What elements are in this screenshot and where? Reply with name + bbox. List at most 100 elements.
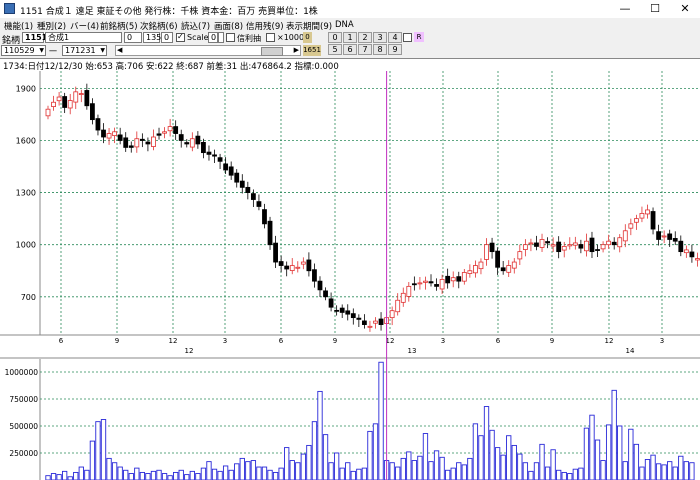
- credit-label: 信利抽: [237, 34, 261, 43]
- volume-bar: [378, 361, 384, 480]
- scale-checkbox[interactable]: ✓: [176, 32, 185, 42]
- minimize-button[interactable]: —: [610, 0, 640, 18]
- volume-bar: [605, 424, 612, 480]
- volume-bar: [134, 467, 140, 480]
- scrollbar-thumb[interactable]: [261, 47, 283, 56]
- scale-field-end[interactable]: [218, 32, 224, 43]
- field-b[interactable]: 1350: [143, 32, 166, 43]
- candle-body: [534, 242, 539, 247]
- number-button-4[interactable]: 4: [388, 32, 402, 43]
- scale-field[interactable]: 0: [208, 32, 218, 43]
- volume-bar: [539, 443, 545, 480]
- candle-body: [450, 277, 456, 282]
- menu-function[interactable]: 機能(1): [4, 20, 33, 32]
- candle-body: [517, 251, 523, 260]
- candle-body: [178, 134, 184, 141]
- menu-kind[interactable]: 種別(2): [37, 20, 66, 32]
- volume-bar: [106, 457, 112, 480]
- candle-body: [556, 241, 562, 253]
- volume-bar: [250, 460, 257, 480]
- x-tick-label: 12: [605, 337, 614, 345]
- volume-bar: [517, 453, 523, 480]
- volume-bar: [683, 461, 689, 480]
- volume-bar: [500, 454, 506, 480]
- field-c[interactable]: 0: [161, 32, 173, 43]
- candle-body: [239, 180, 245, 188]
- volume-bar: [611, 389, 617, 480]
- volume-bar: [239, 457, 245, 480]
- candle-body: [139, 138, 145, 141]
- candle-body: [312, 269, 317, 282]
- maximize-button[interactable]: ☐: [640, 0, 670, 18]
- volume-bar: [461, 464, 467, 480]
- y-tick-label: 1600: [16, 136, 36, 145]
- candle-body: [245, 186, 251, 193]
- volume-bar: [222, 465, 229, 480]
- volume-bar: [633, 443, 640, 480]
- candle-body: [73, 91, 79, 103]
- menu-display-period[interactable]: 表示期間(9): [286, 20, 332, 32]
- title-bar: 1151 合成１ 遠足 東証その他 発行株：千株 資本金：百万 売買単位：1株 …: [0, 0, 700, 18]
- volume-bar: [206, 461, 212, 480]
- period-scrollbar[interactable]: ◀ ▶: [115, 45, 301, 56]
- r-badge: R: [414, 32, 424, 42]
- menu-load[interactable]: 読込(7): [181, 20, 210, 32]
- scroll-right-icon[interactable]: ▶: [294, 46, 299, 54]
- menu-next-stock[interactable]: 次銘柄(6): [140, 20, 178, 32]
- name-input[interactable]: 合成1: [45, 32, 122, 43]
- x-tick-label: 12: [169, 337, 178, 345]
- end-date-select[interactable]: 171231 ▼: [62, 45, 107, 56]
- menu-screen[interactable]: 画面(8): [214, 20, 243, 32]
- candle-body: [633, 218, 639, 223]
- start-date-select[interactable]: 110529 ▼: [1, 45, 46, 56]
- candle-body: [456, 276, 462, 282]
- volume-bar: [655, 463, 662, 480]
- code-input[interactable]: 1151: [22, 32, 47, 43]
- candle-body: [300, 261, 306, 265]
- candle-body: [334, 309, 340, 312]
- menu-dna[interactable]: DNA: [335, 20, 354, 30]
- y-tick-label: 1000: [16, 241, 36, 250]
- field-a[interactable]: 0: [124, 32, 142, 43]
- credit-checkbox[interactable]: [226, 33, 235, 42]
- menu-prev-stock[interactable]: 前銘柄(5): [100, 20, 138, 32]
- number-button-3[interactable]: 3: [373, 32, 387, 43]
- candle-body: [45, 108, 51, 117]
- candle-body: [284, 265, 290, 270]
- candle-body: [295, 266, 301, 269]
- volume-bar: [594, 439, 601, 480]
- candle-body: [156, 133, 162, 136]
- chevron-down-icon: ▼: [39, 47, 44, 54]
- volume-tick-label: 1000000: [5, 368, 39, 377]
- volume-bar: [361, 467, 368, 480]
- volume-bar: [395, 466, 401, 480]
- number-button-8[interactable]: 8: [373, 44, 387, 55]
- volume-bar: [483, 406, 490, 480]
- menu-credit[interactable]: 信用残(9): [246, 20, 284, 32]
- number-button-0[interactable]: 0: [328, 32, 342, 43]
- menu-bar-type[interactable]: バー(4): [70, 20, 99, 32]
- menu-bar: 機能(1) 種別(2) バー(4) 前銘柄(5) 次銘柄(6) 読込(7) 画面…: [0, 18, 700, 32]
- number-button-9[interactable]: 9: [388, 44, 402, 55]
- number-button-5[interactable]: 5: [328, 44, 342, 55]
- candle-body: [189, 138, 195, 148]
- close-button[interactable]: ✕: [670, 0, 700, 18]
- candle-body: [484, 244, 489, 260]
- volume-bar: [372, 423, 379, 480]
- volume-bar: [123, 469, 129, 480]
- scroll-left-icon[interactable]: ◀: [117, 46, 122, 54]
- candle-body: [595, 249, 600, 251]
- number-button-1[interactable]: 1: [343, 32, 357, 43]
- volume-bar: [184, 474, 190, 480]
- number-button-6[interactable]: 6: [343, 44, 357, 55]
- number-button-7[interactable]: 7: [358, 44, 372, 55]
- candle-body: [622, 230, 628, 242]
- r-checkbox[interactable]: [403, 33, 412, 42]
- number-button-2[interactable]: 2: [358, 32, 372, 43]
- volume-bar: [478, 435, 484, 480]
- candle-body: [656, 231, 661, 240]
- volume-bar: [589, 414, 595, 480]
- candle-body: [495, 250, 501, 268]
- x1000-checkbox[interactable]: [266, 33, 275, 42]
- candle-body: [600, 244, 606, 250]
